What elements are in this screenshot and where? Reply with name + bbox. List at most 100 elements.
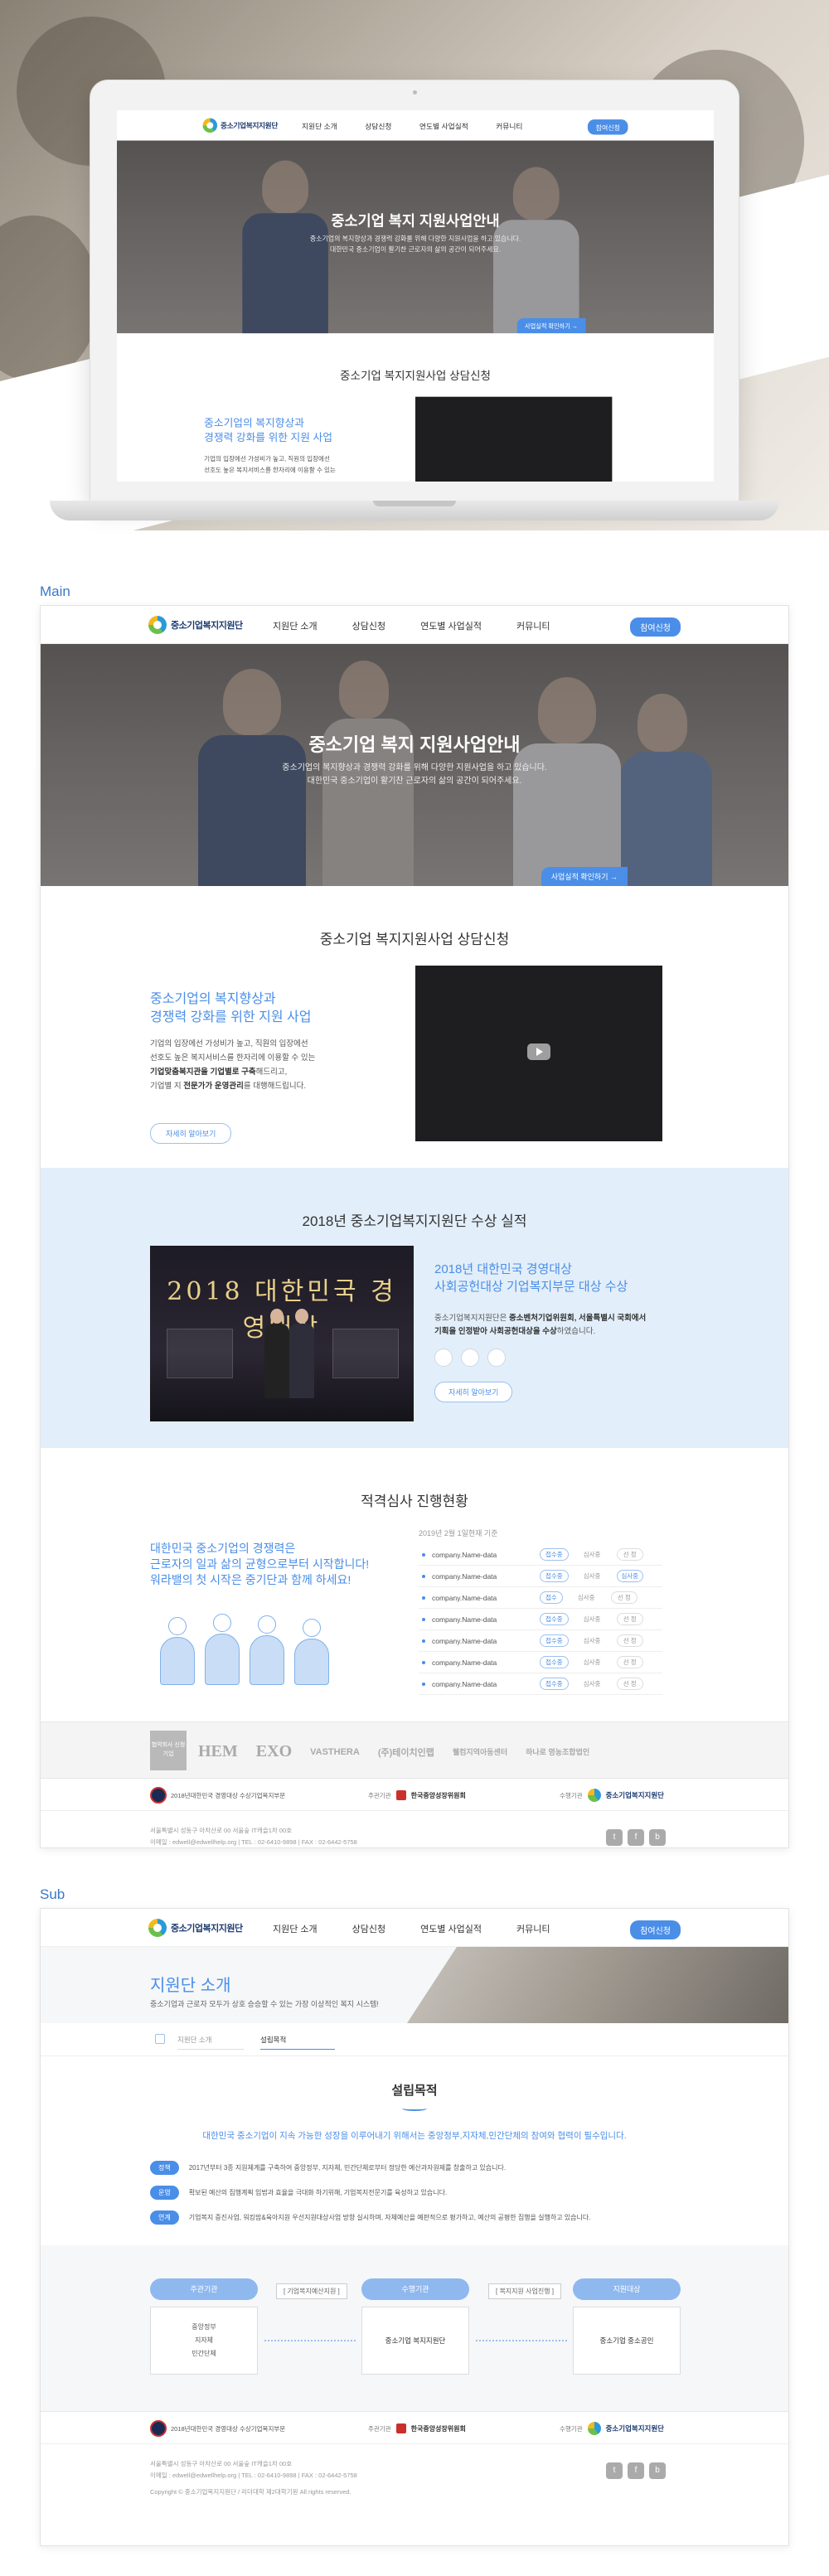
visual-desc: 중소기업의 복지향상과 경쟁력 강화를 위해 다양한 지원사업을 하고 있습니다…: [282, 763, 547, 786]
award-emblem-icon: [150, 2420, 167, 2437]
nav-item-about[interactable]: 지원단 소개: [273, 1922, 318, 1935]
consult-title: 중소기업 복지지원사업 상담신청: [319, 932, 510, 947]
review-status-2: 선 정: [616, 1656, 643, 1668]
review-row[interactable]: company.Name-data 접수중 심사중 선 정: [419, 1652, 662, 1673]
bullet-icon: [422, 1682, 425, 1686]
mock-nav-item[interactable]: 연도별 사업실적: [419, 121, 468, 132]
logo-text: 중소기업복지지원단: [171, 621, 243, 631]
sub-nav: 지원단 소개 상담신청 연도별 사업실적 커뮤니티: [273, 1922, 550, 1935]
partner-logo[interactable]: HEM: [198, 1742, 238, 1761]
award-title: 2018년 중소기업복지지원단 수상 실적: [302, 1213, 527, 1229]
nav-item-community[interactable]: 커뮤니티: [516, 1922, 550, 1935]
sub-footer-info: 서울특별시 성동구 아차산로 00 서울숲 IT캐슬1차 00호 이메일 : e…: [41, 2444, 788, 2511]
partner-logo[interactable]: 하나로 영농조합법인: [526, 1746, 589, 1757]
partner-logo[interactable]: (주)테이치인랩: [378, 1746, 434, 1759]
breadcrumb-select-1[interactable]: 지원단 소개: [177, 2035, 244, 2050]
footer-top: 2018년대한민국 경영대상 수상기업복지부문 주관기관 한국중앙성장위원회 수행…: [41, 1778, 788, 1811]
footer-host: 주관기관 한국중앙성장위원회: [368, 1790, 466, 1800]
award-logos: [434, 1349, 506, 1367]
flow-head-runner: 수행기관: [361, 2278, 469, 2300]
mock-nav-item[interactable]: 지원단 소개: [302, 121, 337, 132]
breadcrumb-select-2[interactable]: 설립목적: [260, 2035, 335, 2050]
review-row[interactable]: company.Name-data 접수중 심사중 심사중: [419, 1566, 662, 1587]
flow-head-host: 주관기관: [150, 2278, 258, 2300]
mock-nav-item[interactable]: 커뮤니티: [496, 121, 522, 132]
bullet-icon: [422, 1660, 425, 1664]
twitter-icon[interactable]: t: [606, 2462, 623, 2479]
mock-visual-more-button[interactable]: 사업실적 확인하기 →: [516, 317, 586, 334]
review-status-1: 심사중: [583, 1615, 601, 1623]
nav-item-consult[interactable]: 상담신청: [352, 1922, 385, 1935]
review-row[interactable]: company.Name-data 접수중 심사중 선 정: [419, 1630, 662, 1652]
mock-login-button[interactable]: 참여신청: [588, 119, 628, 135]
mock-video[interactable]: [415, 396, 613, 482]
bullet-icon: [422, 1574, 425, 1578]
nav-item-about[interactable]: 지원단 소개: [273, 619, 318, 632]
footer-copyright: Copyright © 중소기업복지지원단 / 리더대학 제2대학기원 All …: [150, 2488, 351, 2496]
footer-runner: 수행기관 중소기업복지지원단: [560, 2422, 664, 2435]
home-icon[interactable]: [155, 2034, 165, 2044]
flow-mid-label: [ 기업복지예산지원 ]: [276, 2283, 347, 2299]
mock-consult-sub: 중소기업의 복지향상과 경쟁력 강화를 위한 지원 사업: [204, 418, 332, 444]
site-header: 중소기업복지지원단 지원단 소개 상담신청 연도별 사업실적 커뮤니티 참여신청: [41, 606, 788, 644]
sns-links: t f b: [606, 2462, 666, 2479]
facebook-icon[interactable]: f: [628, 2462, 644, 2479]
mock-logo[interactable]: 중소기업복지지원단: [202, 118, 278, 133]
review-row[interactable]: company.Name-data 접수중 심사중 선 정: [419, 1673, 662, 1695]
review-row[interactable]: company.Name-data 접수중 심사중 선 정: [419, 1609, 662, 1630]
laptop-mockup: 중소기업복지지원단 지원단 소개 상담신청 연도별 사업실적 커뮤니티 참여신청…: [90, 80, 739, 502]
visual-more-button[interactable]: 사업실적 확인하기 →: [541, 867, 628, 886]
sub-header: 중소기업복지지원단 지원단 소개 상담신청 연도별 사업실적 커뮤니티 참여신청: [41, 1909, 788, 1947]
partner-logo[interactable]: VASTHERA: [310, 1747, 360, 1757]
mock-header: 중소기업복지지원단 지원단 소개 상담신청 연도별 사업실적 커뮤니티 참여신청: [117, 110, 714, 141]
award-logo-icon: [461, 1349, 479, 1367]
blog-icon[interactable]: b: [649, 1829, 666, 1846]
footer-contact: 이메일 : edwell@edwellhelp.org | TEL : 02-6…: [150, 2472, 357, 2479]
main-page: 중소기업복지지원단 지원단 소개 상담신청 연도별 사업실적 커뮤니티 참여신청…: [40, 605, 789, 1848]
login-button[interactable]: 참여신청: [630, 617, 681, 637]
main-section-label: Main: [40, 583, 70, 599]
nav-item-results[interactable]: 연도별 사업실적: [420, 1922, 482, 1935]
mock-nav-item[interactable]: 상담신청: [365, 121, 391, 132]
review-row[interactable]: company.Name-data 접수 심사중 선 정: [419, 1587, 662, 1609]
flow-box-target: 중소기업 중소공인: [573, 2307, 681, 2375]
review-section: 적격심사 진행현황 대한민국 중소기업의 경쟁력은 근로자의 일과 삶의 균형으로…: [41, 1448, 788, 1721]
flow-box-runner: 중소기업 복지지원단: [361, 2307, 469, 2375]
purpose-row: 연계 기업복지 증진사업, 워킹맘&육아지원 우선지원대상사업 방향 실시하며, …: [150, 2210, 590, 2225]
partner-logo[interactable]: EXO: [256, 1742, 292, 1761]
partners-row: HEM EXO VASTHERA (주)테이치인랩 웰컴지역아동센터 하나로 영…: [198, 1742, 589, 1761]
award-section: 2018년 중소기업복지지원단 수상 실적 2018 대한민국 경영대상 201…: [41, 1168, 788, 1448]
nav-item-consult[interactable]: 상담신청: [352, 619, 385, 632]
review-slogan: 대한민국 중소기업의 경쟁력은 근로자의 일과 삶의 균형으로부터 시작합니다! 워…: [150, 1542, 370, 1586]
mock-nav: 지원단 소개 상담신청 연도별 사업실적 커뮤니티: [302, 121, 522, 132]
partner-first-badge[interactable]: 협약회사 신청기업: [150, 1731, 187, 1770]
purpose-row: 정책 2017년부터 3종 지원체계를 구축하여 중앙정부, 지자체, 민간단체로…: [150, 2161, 506, 2175]
consult-more-button[interactable]: 자세히 알아보기: [150, 1123, 232, 1144]
blog-icon[interactable]: b: [649, 2462, 666, 2479]
partner-logo[interactable]: 웰컴지역아동센터: [453, 1746, 507, 1757]
sub-logo[interactable]: 중소기업복지지원단: [148, 1919, 243, 1937]
logo-mark-icon: [148, 1919, 167, 1937]
video-player[interactable]: [415, 966, 662, 1141]
review-status-2: 선 정: [616, 1634, 643, 1647]
review-status-1: 심사중: [583, 1637, 601, 1644]
site-logo[interactable]: 중소기업복지지원단: [148, 616, 243, 634]
flow-diagram: 주관기관 [ 기업복지예산지원 ] 수행기관 [ 복지지원 사업진행 ] 지원대…: [41, 2245, 788, 2411]
workers-illustration: [155, 1595, 339, 1685]
review-status-1: 심사중: [583, 1658, 601, 1666]
award-more-button[interactable]: 자세히 알아보기: [434, 1382, 513, 1402]
review-company: company.Name-data: [432, 1550, 497, 1559]
logo-mark-icon: [202, 118, 218, 133]
nav-item-results[interactable]: 연도별 사업실적: [420, 619, 482, 632]
footer-address: 서울특별시 성동구 아차산로 00 서울숲 IT캐슬1차 00호: [150, 2460, 293, 2467]
flow-box-host: 중앙정부 지자체 민간단체: [150, 2307, 258, 2375]
play-icon[interactable]: [527, 1043, 550, 1060]
bullet-icon: [422, 1639, 425, 1643]
footer-emblem: 2018년대한민국 경영대상 수상기업복지부문: [150, 2420, 285, 2437]
login-button[interactable]: 참여신청: [630, 1920, 681, 1939]
facebook-icon[interactable]: f: [628, 1829, 644, 1846]
twitter-icon[interactable]: t: [606, 1829, 623, 1846]
review-row[interactable]: company.Name-data 접수중 심사중 선 정: [419, 1544, 662, 1566]
review-status-tag: 접수중: [540, 1656, 569, 1668]
nav-item-community[interactable]: 커뮤니티: [516, 619, 550, 632]
